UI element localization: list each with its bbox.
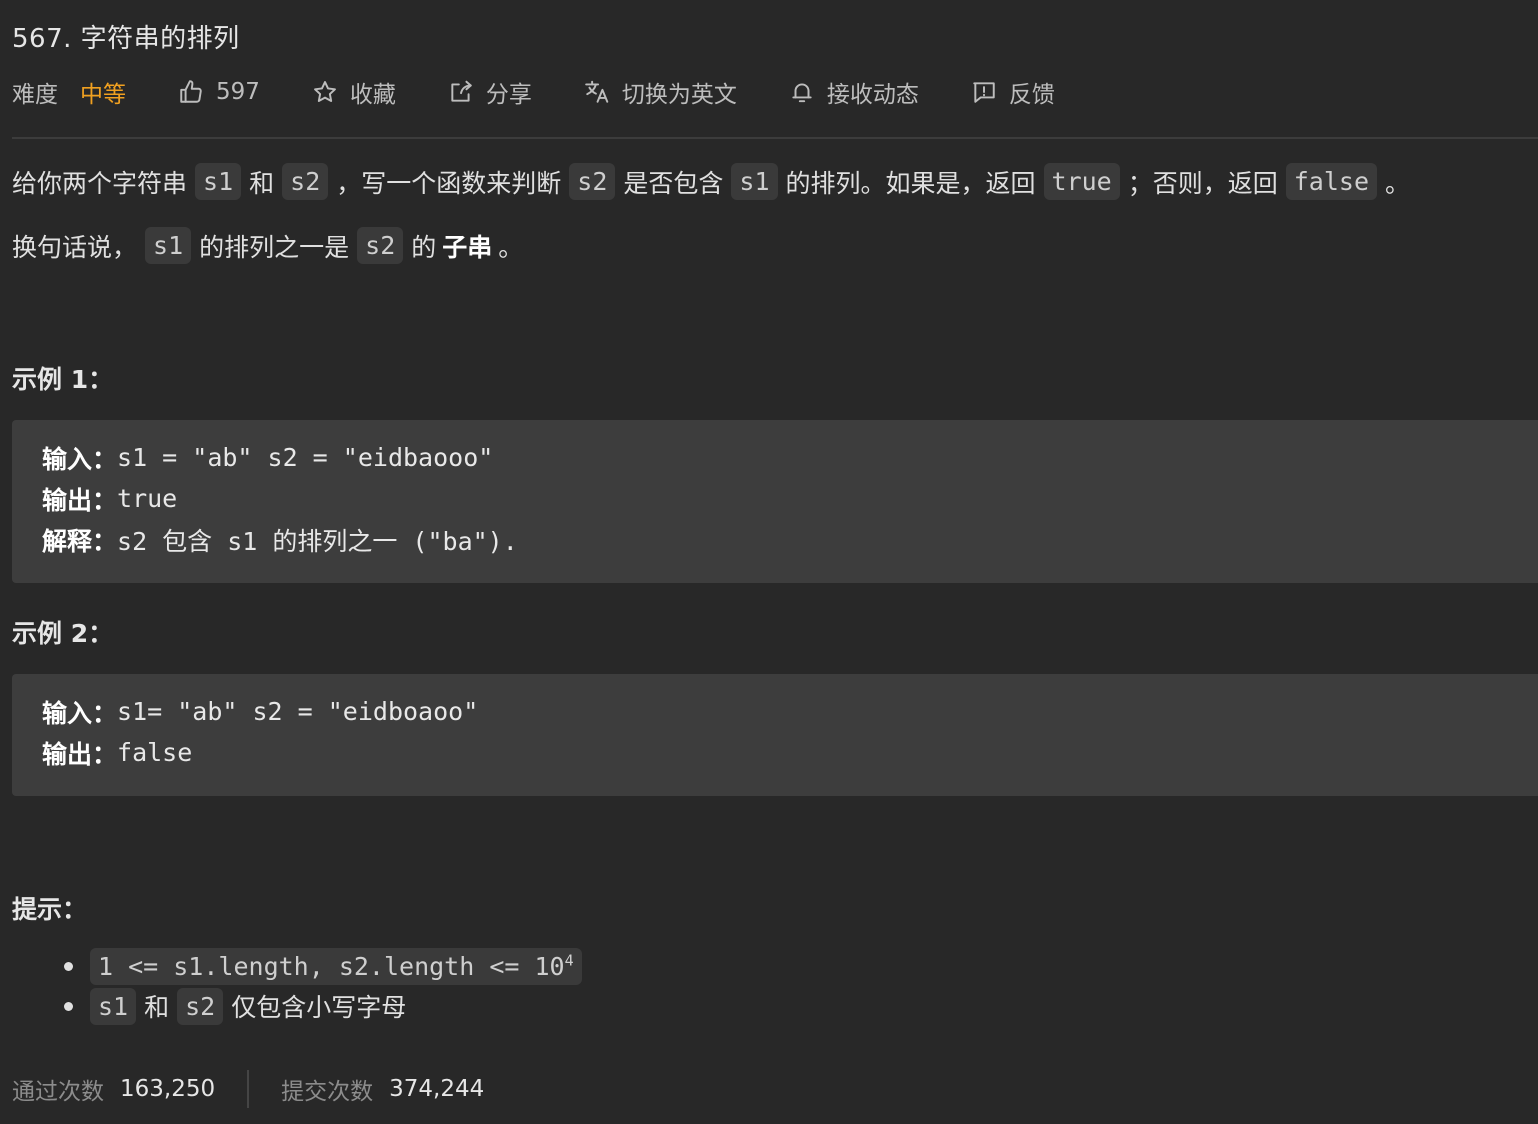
list-item: 1 <= s1.length, s2.length <= 104 <box>62 946 590 986</box>
output-label: 输出： <box>42 485 118 515</box>
submission-stats: 通过次数 163,250 提交次数 374,244 <box>12 1070 484 1108</box>
inline-code: s2 <box>357 227 404 264</box>
subscribe-button[interactable]: 接收动态 <box>789 75 919 109</box>
inline-code: s1 <box>195 163 242 200</box>
input-value: s1 = "ab" s2 = "eidbaooo" <box>117 443 494 472</box>
subscribe-label: 接收动态 <box>826 82 919 108</box>
output-value: true <box>117 484 178 513</box>
example-1-title: 示例 1： <box>12 365 114 394</box>
description-text: 换句话说， <box>12 232 138 262</box>
example-input-line: 输入： s1= "ab" s2 = "eidboaoo" <box>42 691 1538 732</box>
description-text: 给你两个字符串 <box>12 168 188 198</box>
share-button[interactable]: 分享 <box>448 75 532 109</box>
input-label: 输入： <box>42 444 118 474</box>
difficulty-badge: 中等 <box>80 82 126 108</box>
stats-divider <box>247 1070 250 1108</box>
input-value: s1= "ab" s2 = "eidboaoo" <box>117 697 479 726</box>
inline-code: true <box>1043 163 1120 200</box>
hints-title: 提示： <box>12 895 88 924</box>
thumbs-up-icon <box>178 79 204 105</box>
example-2-block: 输入： s1= "ab" s2 = "eidboaoo" 输出： false <box>12 674 1538 796</box>
inline-code: false <box>1285 163 1378 200</box>
explanation-value: s2 包含 s1 的排列之一 ("ba"). <box>117 526 518 556</box>
header-divider <box>12 137 1538 139</box>
inline-code: s1 <box>145 227 192 264</box>
description-text: 和 <box>249 168 275 198</box>
switch-language-label: 切换为英文 <box>621 82 737 108</box>
bullet-icon <box>64 962 73 971</box>
description-text: ，写一个函数来判断 <box>336 168 562 198</box>
bold-term: 子串 <box>442 232 493 262</box>
share-icon <box>448 79 474 105</box>
translate-icon <box>584 79 610 105</box>
description-text: 的排列之一是 <box>199 232 350 262</box>
constraint-exponent: 4 <box>564 951 574 970</box>
problem-title: 567. 字符串的排列 <box>12 24 240 54</box>
description-text: 。 <box>498 232 524 262</box>
constraint-text: 1 <= s1.length, s2.length <= 10 <box>98 951 565 981</box>
description-text: 的 <box>411 232 437 262</box>
feedback-button[interactable]: 反馈 <box>971 75 1055 109</box>
description-paragraph-2: 换句话说， s1 的排列之一是 s2 的 子串 。 <box>12 227 523 264</box>
example-2-title: 示例 2： <box>12 619 114 648</box>
explanation-label: 解释： <box>42 526 118 556</box>
favorite-label: 收藏 <box>349 82 396 108</box>
output-label: 输出： <box>42 739 118 769</box>
like-count: 597 <box>216 79 260 105</box>
problem-page: 567. 字符串的排列 难度 中等 597 收藏 分享 切换为英文 接收动态 反… <box>12 0 1538 1124</box>
description-text: 的排列。如果是，返回 <box>785 168 1036 198</box>
output-value: false <box>117 738 193 767</box>
problem-meta-bar: 难度 中等 597 收藏 分享 切换为英文 接收动态 反馈 <box>12 74 1107 110</box>
inline-code: s1 <box>90 987 137 1025</box>
bell-icon <box>789 79 815 105</box>
inline-code: s1 <box>731 163 778 200</box>
example-explanation-line: 解释： s2 包含 s1 的排列之一 ("ba"). <box>42 519 1538 560</box>
hints-list: 1 <= s1.length, s2.length <= 104 s1 和 s2… <box>62 946 590 1026</box>
description-paragraph-1: 给你两个字符串 s1 和 s2 ，写一个函数来判断 s2 是否包含 s1 的排列… <box>12 163 1410 200</box>
difficulty-label: 难度 <box>12 82 58 108</box>
switch-language-button[interactable]: 切换为英文 <box>584 75 737 109</box>
example-input-line: 输入： s1 = "ab" s2 = "eidbaooo" <box>42 437 1538 478</box>
favorite-button[interactable]: 收藏 <box>312 75 396 109</box>
inline-code: s2 <box>282 163 329 200</box>
like-button[interactable]: 597 <box>178 79 260 105</box>
example-output-line: 输出： true <box>42 478 1538 519</box>
list-item: s1 和 s2 仅包含小写字母 <box>62 986 590 1026</box>
feedback-label: 反馈 <box>1008 82 1055 108</box>
star-icon <box>312 79 338 105</box>
submitted-label: 提交次数 <box>281 1079 374 1105</box>
hint-text: 仅包含小写字母 <box>231 993 407 1022</box>
constraint-code: 1 <= s1.length, s2.length <= 104 <box>90 947 582 985</box>
description-text: ；否则，返回 <box>1127 168 1278 198</box>
feedback-icon <box>971 79 997 105</box>
submitted-count: 374,244 <box>389 1076 485 1102</box>
description-text: 。 <box>1385 168 1411 198</box>
accepted-label: 通过次数 <box>12 1079 104 1105</box>
inline-code: s2 <box>177 987 224 1025</box>
example-output-line: 输出： false <box>42 732 1538 773</box>
input-label: 输入： <box>42 698 118 728</box>
accepted-count: 163,250 <box>120 1076 216 1102</box>
inline-code: s2 <box>569 163 616 200</box>
description-text: 是否包含 <box>623 168 724 198</box>
hint-text: 和 <box>144 993 170 1022</box>
bullet-icon <box>64 1002 73 1011</box>
example-1-block: 输入： s1 = "ab" s2 = "eidbaooo" 输出： true 解… <box>12 420 1538 583</box>
share-label: 分享 <box>485 82 532 108</box>
